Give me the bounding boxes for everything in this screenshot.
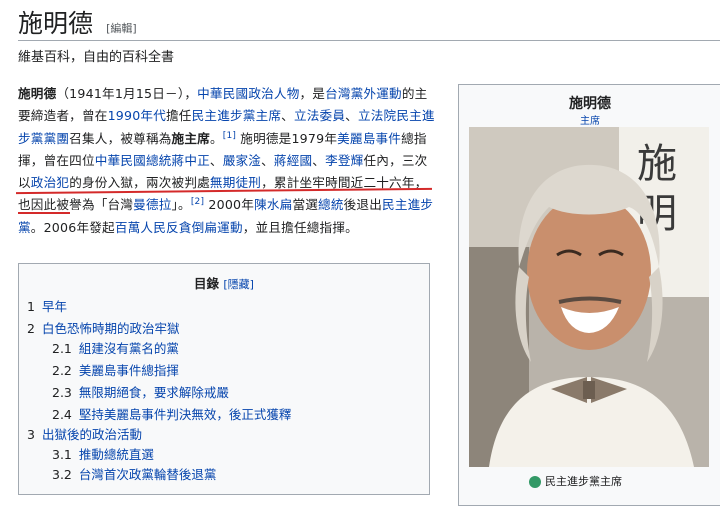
text-span: （1941年1月15日－），: [56, 86, 198, 101]
infobox-title: 施明德: [569, 96, 611, 112]
text-span: 」。: [171, 197, 191, 213]
lead-paragraph: 施明德（1941年1月15日－），中華民國政治人物，是台灣黨外運動的主要締造者，…: [18, 83, 440, 239]
toc-link[interactable]: 推動總統直選: [79, 447, 154, 462]
text-span: 召集人，被尊稱為: [69, 130, 172, 146]
toc-item[interactable]: 2.1 組建沒有黨名的黨: [52, 338, 179, 357]
toc-title: 目錄 [隱藏]: [19, 273, 429, 292]
annotation-underline: [18, 212, 70, 214]
text-span: 、: [312, 152, 326, 168]
honorific: 施主席: [171, 130, 210, 146]
toc-number: 3.1: [52, 447, 72, 462]
toc-link[interactable]: 堅持美麗島事件判決無效，後正式獲釋: [79, 407, 292, 422]
toc-link[interactable]: 無限期絕食，要求解除戒嚴: [79, 385, 229, 400]
link-dangwai[interactable]: 台灣黨外運動: [325, 86, 402, 101]
portrait-photo[interactable]: 施 明: [469, 127, 709, 467]
svg-text:施: 施: [637, 141, 677, 187]
toc-item[interactable]: 2.2 美麗島事件總指揮: [52, 360, 179, 379]
toc-number: 2.1: [52, 341, 72, 356]
infobox-footer: 民主進步黨主席: [529, 473, 622, 489]
infobox: 施明德 主席 施 明 民主進步黨主席: [458, 84, 720, 506]
text-span: 、: [281, 108, 294, 124]
text-span: 。: [209, 130, 223, 146]
link-dpp-chair[interactable]: 民主進步黨主席: [192, 108, 282, 123]
toc-link[interactable]: 組建沒有黨名的黨: [79, 341, 179, 356]
link-legislator[interactable]: 立法委員: [294, 108, 345, 123]
title-row: 施明德 [編輯]: [18, 4, 137, 40]
toc-link[interactable]: 白色恐怖時期的政治牢獄: [42, 321, 180, 336]
toc-toggle-link[interactable]: [隱藏]: [223, 278, 254, 291]
link-mandela[interactable]: 曼德拉: [133, 197, 171, 212]
toc-item[interactable]: 2.3 無限期絕食，要求解除戒嚴: [52, 382, 229, 401]
link-chen-shui-bian[interactable]: 陳水扁: [254, 197, 292, 212]
link-roc-president[interactable]: 中華民國總統: [95, 153, 172, 168]
link-kaohsiung-incident[interactable]: 美麗島事件: [337, 131, 401, 146]
text-span: 後退出: [343, 197, 383, 213]
toc-item[interactable]: 3.2 台灣首次政黨輪替後退黨: [52, 464, 216, 483]
link-politician[interactable]: 中華民國政治人物: [197, 86, 299, 101]
infobox-footer-text: 民主進步黨主席: [545, 475, 622, 488]
link-red-shirt-campaign[interactable]: 百萬人民反貪倒扁運動: [115, 220, 243, 235]
toc-number: 2: [27, 321, 35, 336]
toc-link[interactable]: 台灣首次政黨輪替後退黨: [79, 467, 217, 482]
toc-link[interactable]: 出獄後的政治活動: [42, 427, 142, 442]
text-span: ，是: [299, 86, 326, 101]
text-span: 的身份入獄，兩次被判處: [69, 175, 210, 191]
toc-number: 2.3: [52, 385, 72, 400]
subject-name: 施明德: [18, 86, 57, 101]
toc-number: 1: [27, 299, 35, 314]
toc-item[interactable]: 2 白色恐怖時期的政治牢獄: [27, 318, 179, 337]
text-span: 、: [261, 152, 274, 168]
infobox-role-link[interactable]: 主席: [459, 112, 720, 127]
link-political-prisoner[interactable]: 政治犯: [31, 175, 69, 190]
link-president[interactable]: 總統: [318, 197, 344, 212]
reference-1[interactable]: [1]: [223, 130, 236, 140]
text-span: 、: [209, 152, 223, 168]
tagline: 維基百科，自由的百科全書: [18, 50, 175, 65]
toc-item[interactable]: 3.1 推動總統直選: [52, 444, 154, 463]
toc-item[interactable]: 1 早年: [27, 296, 67, 315]
link-1990s[interactable]: 1990年代: [108, 108, 166, 123]
link-chiang-kai-shek[interactable]: 蔣中正: [172, 153, 210, 168]
text-span: ，並且擔任總指揮。: [242, 219, 358, 235]
toc-number: 3: [27, 427, 35, 442]
link-lee-teng-hui[interactable]: 李登輝: [325, 153, 363, 168]
toc-link[interactable]: 早年: [42, 299, 67, 314]
text-span: 施明德是1979年: [236, 130, 338, 146]
text-span: 。2006年發起: [30, 219, 115, 235]
title-divider: [18, 40, 720, 41]
link-yen-chia-kan[interactable]: 嚴家淦: [223, 153, 261, 168]
text-span: 擔任: [166, 108, 192, 124]
toc-number: 2.2: [52, 363, 72, 378]
link-chiang-ching-kuo[interactable]: 蔣經國: [274, 153, 312, 168]
page-title: 施明德: [18, 9, 94, 38]
text-span: 、: [345, 108, 358, 124]
table-of-contents: 目錄 [隱藏] 1 早年 2 白色恐怖時期的政治牢獄 2.1 組建沒有黨名的黨 2.2…: [18, 263, 430, 495]
toc-item[interactable]: 3 出獄後的政治活動: [27, 424, 142, 443]
toc-number: 2.4: [52, 407, 72, 422]
edit-link[interactable]: [編輯]: [106, 22, 137, 35]
text-span: 當選: [292, 197, 319, 213]
toc-link[interactable]: 美麗島事件總指揮: [79, 363, 179, 378]
toc-heading: 目錄: [194, 276, 220, 291]
text-span: 2000年: [204, 197, 255, 213]
reference-2[interactable]: [2]: [191, 197, 204, 207]
toc-number: 3.2: [52, 467, 72, 482]
party-icon: [529, 476, 541, 488]
toc-item[interactable]: 2.4 堅持美麗島事件判決無效，後正式獲釋: [52, 404, 291, 423]
link-life-imprisonment[interactable]: 無期徒刑: [210, 175, 261, 190]
